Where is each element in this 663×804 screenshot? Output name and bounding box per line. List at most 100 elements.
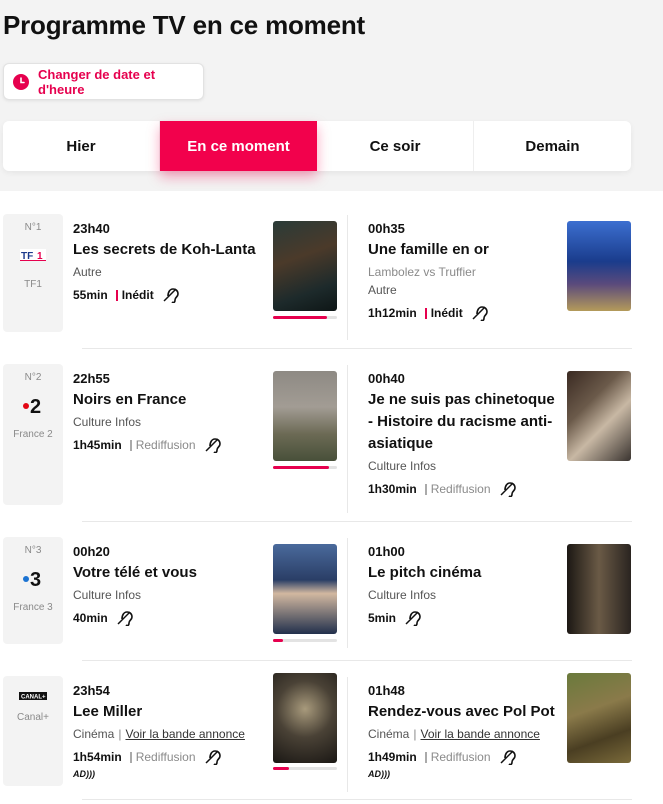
status-badge: Rediffusion <box>129 438 196 452</box>
program-genre-line: Cinéma | Voir la bande annonce <box>73 727 245 741</box>
program-thumbnail[interactable] <box>273 544 337 634</box>
change-date-label: Changer de date et d'heure <box>38 66 156 97</box>
canalplus-logo: CANAL+ <box>3 686 63 706</box>
svg-text:CANAL+: CANAL+ <box>21 695 46 701</box>
progress-fill <box>273 316 328 319</box>
program-title: Je ne suis pas chinetoque - Histoire du … <box>368 391 555 452</box>
program-genre: Culture Infos <box>73 588 142 602</box>
progress-bar <box>273 466 337 469</box>
program-genre: Culture Infos <box>73 415 142 429</box>
progress-bar <box>273 767 337 770</box>
program-time: 23h54 <box>73 683 110 698</box>
program-meta: 1h30min Rediffusion <box>368 481 563 498</box>
channel-name: France 3 <box>13 602 53 613</box>
france2-logo: 2 <box>3 395 63 416</box>
current-program[interactable]: 00h20 Votre télé et vous Culture Infos 4… <box>73 544 268 627</box>
progress-bar <box>273 639 337 642</box>
program-thumbnail[interactable] <box>273 371 337 461</box>
program-duration: 1h12min <box>368 306 417 320</box>
channel-card[interactable]: N°2 2 France 2 <box>3 364 63 505</box>
page-title: Programme TV en ce moment <box>3 10 365 40</box>
next-program[interactable]: 01h00 Le pitch cinéma Culture Infos 5min <box>368 544 563 627</box>
row-divider <box>82 660 632 661</box>
program-title: Lee Miller <box>73 703 143 720</box>
hearing-impaired-icon <box>404 610 422 627</box>
status-badge: Rediffusion <box>424 482 491 496</box>
hearing-impaired-icon <box>499 749 517 766</box>
next-program[interactable]: 01h48 Rendez-vous avec Pol Pot Cinéma | Vo… <box>368 683 563 779</box>
progress-fill <box>273 466 330 469</box>
program-thumbnail[interactable] <box>273 673 337 763</box>
hearing-impaired-icon <box>116 610 134 627</box>
program-thumbnail[interactable] <box>567 673 631 763</box>
channel-number: N°2 <box>24 372 42 383</box>
current-program[interactable]: 23h54 Lee Miller Cinéma | Voir la bande an… <box>73 683 268 779</box>
tab-hier[interactable]: Hier <box>3 121 160 171</box>
trailer-link[interactable]: Voir la bande annonce <box>125 727 244 741</box>
hearing-impaired-icon <box>471 305 489 322</box>
program-thumbnail[interactable] <box>273 221 337 311</box>
hearing-impaired-icon <box>204 749 222 766</box>
status-badge: Inédit <box>115 288 154 302</box>
svg-text:TF: TF <box>21 251 33 261</box>
tab-en-ce-moment[interactable]: En ce moment <box>160 121 317 171</box>
program-meta: 1h45min Rediffusion <box>73 437 268 454</box>
row-divider <box>82 348 632 349</box>
channel-card[interactable]: N°3 3 France 3 <box>3 537 63 644</box>
status-badge: Inédit <box>424 306 463 320</box>
program-thumbnail[interactable] <box>567 221 631 311</box>
program-duration: 1h30min <box>368 482 417 496</box>
france3-logo: 3 <box>3 568 63 589</box>
channel-card[interactable]: N°1 TF 1 TF1 <box>3 214 63 332</box>
next-program[interactable]: 00h40 Je ne suis pas chinetoque - Histoi… <box>368 371 563 498</box>
program-list: N°1 TF 1 TF1 23h40 Les secrets de Koh-Lan… <box>0 191 663 804</box>
program-duration: 1h49min <box>368 750 417 764</box>
channel-card[interactable]: CANAL+ Canal+ <box>3 676 63 786</box>
tab-ce-soir[interactable]: Ce soir <box>317 121 474 171</box>
current-program[interactable]: 22h55 Noirs en France Culture Infos 1h45… <box>73 371 268 454</box>
progress-fill <box>273 767 289 770</box>
program-duration: 1h45min <box>73 438 122 452</box>
next-program[interactable]: 00h35 Une famille en or Lambolez vs Truf… <box>368 221 563 322</box>
audio-description-icon: AD))) <box>368 769 390 779</box>
hearing-impaired-icon <box>499 481 517 498</box>
status-badge: Rediffusion <box>129 750 196 764</box>
svg-text:2: 2 <box>30 396 41 416</box>
svg-text:3: 3 <box>30 569 41 589</box>
program-duration: 40min <box>73 611 108 625</box>
audio-description-icon: AD))) <box>73 769 95 779</box>
program-title: Rendez-vous avec Pol Pot <box>368 703 555 720</box>
program-title: Une famille en or <box>368 241 489 258</box>
current-program[interactable]: 23h40 Les secrets de Koh-Lanta Autre 55m… <box>73 221 268 304</box>
day-tabs: Hier En ce moment Ce soir Demain <box>3 121 631 171</box>
program-duration: 1h54min <box>73 750 122 764</box>
program-time: 22h55 <box>73 371 110 386</box>
row-divider <box>82 521 632 522</box>
change-date-button[interactable]: Changer de date et d'heure <box>3 63 204 100</box>
program-time: 23h40 <box>73 221 110 236</box>
column-divider <box>347 215 348 340</box>
program-title: Votre télé et vous <box>73 564 197 581</box>
progress-bar <box>273 316 337 319</box>
program-genre: Autre <box>368 283 397 297</box>
channel-name: TF1 <box>24 279 42 290</box>
program-thumbnail[interactable] <box>567 371 631 461</box>
program-time: 01h48 <box>368 683 405 698</box>
program-genre: Cinéma <box>73 727 115 741</box>
program-meta: 40min <box>73 610 268 627</box>
column-divider <box>347 677 348 792</box>
status-badge: Rediffusion <box>424 750 491 764</box>
channel-name: Canal+ <box>17 712 49 723</box>
trailer-link[interactable]: Voir la bande annonce <box>420 727 539 741</box>
program-thumbnail[interactable] <box>567 544 631 634</box>
program-time: 00h35 <box>368 221 405 236</box>
hearing-impaired-icon <box>162 287 180 304</box>
program-genre-line: Cinéma | Voir la bande annonce <box>368 727 540 741</box>
tab-demain[interactable]: Demain <box>474 121 631 171</box>
program-genre: Cinéma <box>368 727 410 741</box>
program-title: Le pitch cinéma <box>368 564 482 581</box>
program-meta: 1h49min Rediffusion <box>368 749 563 766</box>
program-subtitle: Lambolez vs Truffier <box>368 265 476 279</box>
program-meta: 1h12min Inédit <box>368 305 563 322</box>
svg-text:1: 1 <box>37 251 43 261</box>
